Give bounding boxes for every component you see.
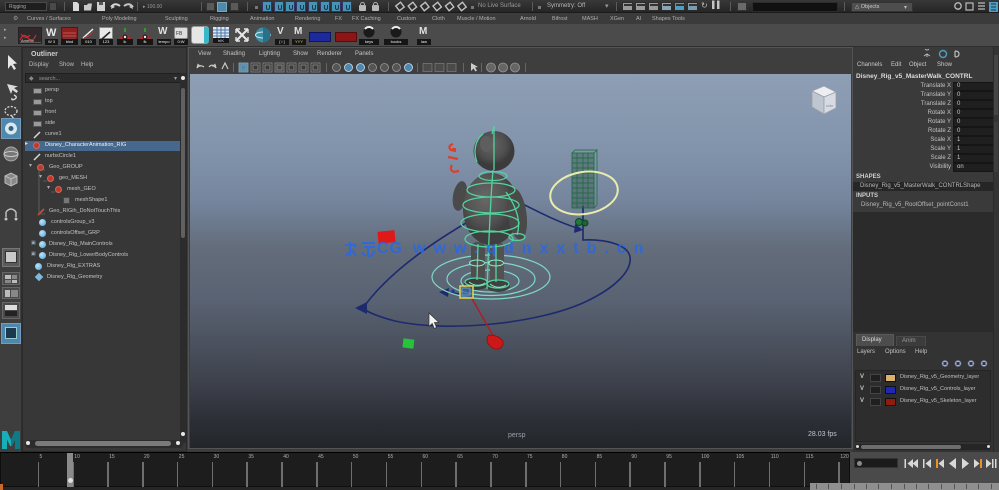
svg-text:side: side bbox=[826, 103, 834, 108]
